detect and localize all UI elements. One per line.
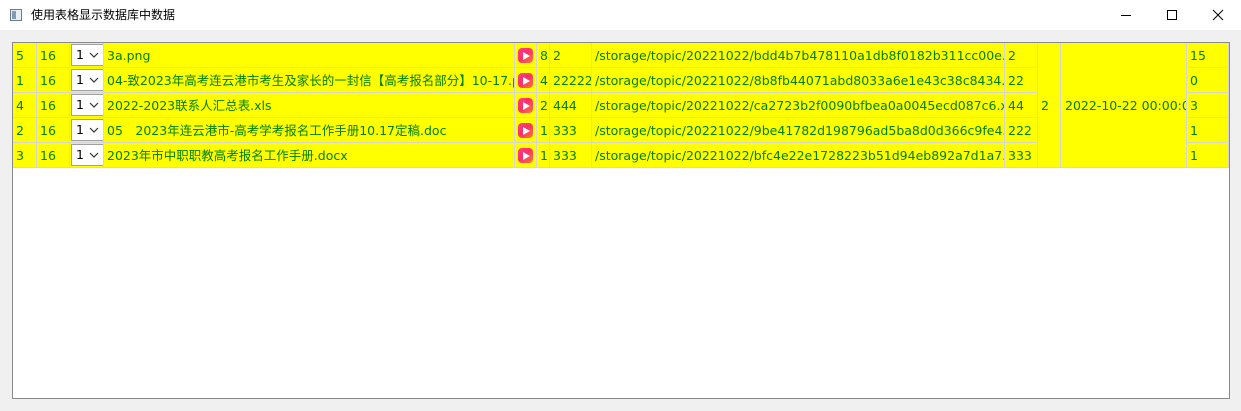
- cell-id[interactable]: 3: [13, 143, 37, 168]
- value-select[interactable]: 1: [71, 144, 103, 166]
- select-value: 1: [76, 147, 84, 162]
- chevron-down-icon: [89, 127, 99, 133]
- cell-last[interactable]: 1: [1187, 143, 1229, 168]
- chevron-down-icon: [89, 152, 99, 158]
- cell-select[interactable]: 1: [70, 143, 104, 168]
- value-select[interactable]: 1: [71, 119, 103, 141]
- cell-size[interactable]: 22222: [550, 68, 592, 93]
- cell-category[interactable]: 16: [37, 93, 70, 118]
- maximize-icon: [1167, 10, 1177, 20]
- video-play-icon[interactable]: [518, 98, 533, 113]
- cell-last[interactable]: 3: [1187, 93, 1229, 118]
- data-table[interactable]: 5 16 1 3a.png 8 2/storage/topic/20221022/bdd4…: [12, 42, 1230, 399]
- cell-category[interactable]: 16: [37, 143, 70, 168]
- cell-size[interactable]: 2: [550, 43, 592, 68]
- main-window: 使用表格显示数据库中数据 5 16 1 3a.png 8 2/storage/topic/…: [0, 0, 1241, 411]
- video-play-icon[interactable]: [518, 148, 533, 163]
- cell-category[interactable]: 16: [37, 43, 70, 68]
- minimize-button[interactable]: [1103, 0, 1149, 30]
- cell-filename[interactable]: 2022-2023联系人汇总表.xls: [104, 93, 515, 118]
- cell-id[interactable]: 5: [13, 43, 37, 68]
- cell-value[interactable]: 333: [1005, 143, 1038, 168]
- cell-count[interactable]: 2: [537, 93, 550, 118]
- close-button[interactable]: [1195, 0, 1241, 30]
- window-title: 使用表格显示数据库中数据: [31, 8, 176, 22]
- select-value: 1: [76, 47, 84, 62]
- cell-icon[interactable]: [515, 68, 537, 93]
- cell-filename[interactable]: 04-致2023年高考连云港市考生及家长的一封信【高考报名部分】10-17.pd…: [104, 68, 515, 93]
- cell-count[interactable]: 1: [537, 118, 550, 143]
- merged-date-value: 2022-10-22 00:00:00: [1065, 98, 1187, 113]
- cell-size[interactable]: 333: [550, 118, 592, 143]
- cell-path[interactable]: /storage/topic/20221022/ca2723b2f0090bfb…: [592, 93, 1005, 118]
- app-window-icon: [10, 9, 22, 21]
- cell-path[interactable]: /storage/topic/20221022/bfc4e22e1728223b…: [592, 143, 1005, 168]
- cell-filename[interactable]: 3a.png: [104, 43, 515, 68]
- cell-value[interactable]: 222: [1005, 118, 1038, 143]
- cell-icon[interactable]: [515, 118, 537, 143]
- value-select[interactable]: 1: [71, 94, 103, 116]
- cell-select[interactable]: 1: [70, 118, 104, 143]
- cell-path[interactable]: /storage/topic/20221022/9be41782d198796a…: [592, 118, 1005, 143]
- cell-id[interactable]: 1: [13, 68, 37, 93]
- cell-last[interactable]: 15: [1187, 43, 1229, 68]
- cell-icon[interactable]: [515, 93, 537, 118]
- cell-count[interactable]: 1: [537, 143, 550, 168]
- cell-last[interactable]: 0: [1187, 68, 1229, 93]
- video-play-icon[interactable]: [518, 73, 533, 88]
- cell-value[interactable]: 22: [1005, 68, 1038, 93]
- cell-size[interactable]: 333: [550, 143, 592, 168]
- cell-category[interactable]: 16: [37, 118, 70, 143]
- chevron-down-icon: [89, 52, 99, 58]
- chevron-down-icon: [89, 102, 99, 108]
- select-value: 1: [76, 72, 84, 87]
- cell-value[interactable]: 2: [1005, 43, 1038, 68]
- cell-count[interactable]: 4: [537, 68, 550, 93]
- select-value: 1: [76, 97, 84, 112]
- cell-icon[interactable]: [515, 143, 537, 168]
- cell-last[interactable]: 1: [1187, 118, 1229, 143]
- cell-id[interactable]: 4: [13, 93, 37, 118]
- cell-value[interactable]: 44: [1005, 93, 1038, 118]
- cell-filename[interactable]: 05 2023年连云港市-高考学考报名工作手册10.17定稿.doc: [104, 118, 515, 143]
- video-play-icon[interactable]: [518, 123, 533, 138]
- merged-flag-value: 2: [1041, 98, 1049, 113]
- select-value: 1: [76, 122, 84, 137]
- title-bar[interactable]: 使用表格显示数据库中数据: [0, 0, 1241, 30]
- cell-count[interactable]: 8: [537, 43, 550, 68]
- cell-filename[interactable]: 2023年市中职职教高考报名工作手册.docx: [104, 143, 515, 168]
- value-select[interactable]: 1: [71, 69, 103, 91]
- maximize-button[interactable]: [1149, 0, 1195, 30]
- cell-select[interactable]: 1: [70, 93, 104, 118]
- close-icon: [1212, 9, 1224, 21]
- cell-select[interactable]: 1: [70, 68, 104, 93]
- cell-size[interactable]: 444: [550, 93, 592, 118]
- cell-select[interactable]: 1: [70, 43, 104, 68]
- cell-category[interactable]: 16: [37, 68, 70, 93]
- value-select[interactable]: 1: [71, 44, 103, 66]
- cell-id[interactable]: 2: [13, 118, 37, 143]
- merged-cell-date[interactable]: 2022-10-22 00:00:00: [1061, 43, 1187, 168]
- cell-path[interactable]: /storage/topic/20221022/8b8fb44071abd803…: [592, 68, 1005, 93]
- chevron-down-icon: [89, 77, 99, 83]
- cell-path[interactable]: /storage/topic/20221022/bdd4b7b478110a1d…: [592, 43, 1005, 68]
- cell-icon[interactable]: [515, 43, 537, 68]
- minimize-icon: [1121, 15, 1131, 16]
- merged-cell-flag[interactable]: 2: [1038, 43, 1061, 168]
- video-play-icon[interactable]: [518, 48, 533, 63]
